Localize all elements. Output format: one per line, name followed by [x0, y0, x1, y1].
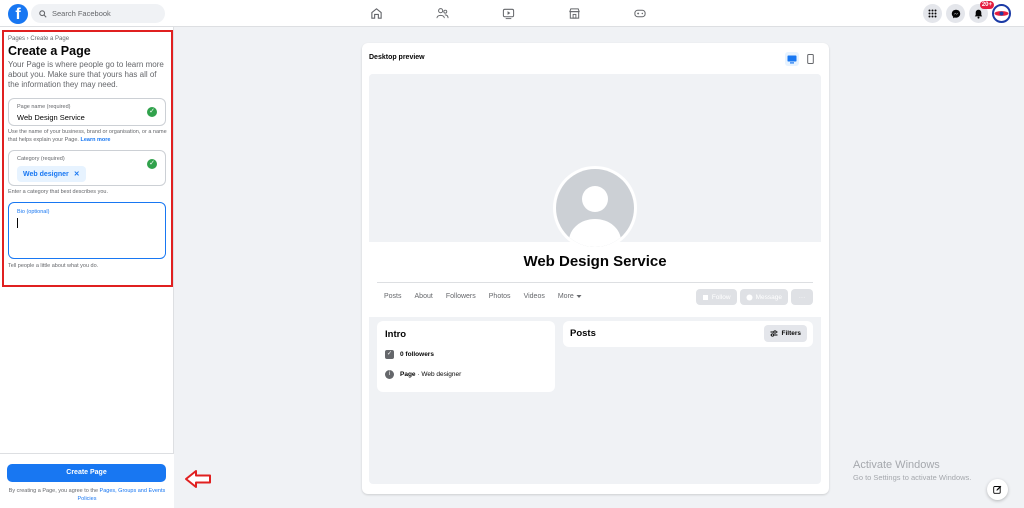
posts-card: Posts Filters	[563, 321, 813, 347]
chevron-down-icon	[576, 295, 582, 298]
breadcrumb: Pages › Create a Page	[8, 36, 70, 42]
page-category: · Web designer	[415, 371, 462, 378]
checkmark-icon: ✓	[147, 159, 157, 169]
bio-field[interactable]: Bio (optional)	[8, 202, 166, 259]
tab-followers[interactable]: Followers	[446, 293, 476, 300]
page-type-label: Page	[400, 371, 416, 378]
bio-label: Bio (optional)	[17, 209, 50, 215]
page-name-value: Web Design Service	[17, 113, 85, 122]
tab-videos[interactable]: Videos	[524, 293, 545, 300]
search-icon	[39, 9, 47, 18]
tab-about[interactable]: About	[415, 293, 433, 300]
intro-text: Your Page is where people go to learn mo…	[8, 60, 164, 89]
category-helper: Enter a category that best describes you…	[8, 189, 108, 195]
category-label: Category (required)	[17, 156, 65, 162]
page-preview: Web Design Service Posts About Followers…	[369, 74, 821, 484]
filters-button[interactable]: Filters	[764, 325, 807, 342]
facebook-logo[interactable]: f	[8, 4, 28, 24]
page-name-field[interactable]: Page name (required) Web Design Service …	[8, 98, 166, 126]
notifications-icon[interactable]: 20+	[969, 1, 994, 23]
bio-helper: Tell people a little about what you do.	[8, 263, 99, 269]
divider	[377, 282, 813, 283]
avatar-placeholder-icon	[569, 186, 621, 247]
friends-icon[interactable]	[432, 6, 452, 21]
search-input[interactable]	[52, 9, 152, 18]
notification-badge: 20+	[979, 1, 994, 9]
category-chip[interactable]: Web designer ✕	[17, 166, 86, 182]
tab-more-label: More	[557, 293, 574, 300]
desktop-icon[interactable]	[785, 52, 799, 66]
messenger-icon	[746, 294, 753, 300]
message-button[interactable]: Message	[739, 289, 788, 305]
compose-icon	[993, 485, 1002, 494]
filters-label: Filters	[781, 330, 801, 337]
windows-watermark: Activate Windows Go to Settings to activ…	[853, 459, 971, 482]
new-message-button[interactable]	[987, 479, 1008, 500]
messenger-icon[interactable]	[946, 4, 965, 23]
create-page-button[interactable]: Create Page	[7, 464, 166, 482]
intro-card: Intro ✓ 0 followers i Page · Web designe…	[377, 321, 555, 392]
tab-more[interactable]: More	[558, 293, 582, 300]
followers-count: 0 followers	[400, 351, 434, 358]
tab-posts[interactable]: Posts	[384, 293, 402, 300]
page-name-label: Page name (required)	[17, 104, 71, 110]
learn-more-link[interactable]: Learn more	[80, 137, 110, 143]
preview-title: Desktop preview	[369, 54, 425, 61]
gaming-icon[interactable]	[630, 6, 650, 21]
followers-row: ✓ 0 followers	[385, 350, 434, 359]
category-chip-label: Web designer	[23, 170, 69, 178]
watermark-line-2: Go to Settings to activate Windows.	[853, 473, 972, 482]
follow-label: Follow	[711, 293, 731, 301]
message-label: Message	[755, 293, 782, 301]
follow-icon	[702, 294, 708, 300]
mobile-icon[interactable]	[803, 52, 817, 66]
desktop-preview-card: Desktop preview Web Design Service Posts…	[362, 43, 829, 494]
intro-heading: Intro	[385, 329, 407, 340]
terms-text: By creating a Page, you agree to the Pag…	[5, 487, 169, 503]
posts-heading: Posts	[570, 328, 596, 339]
follow-button[interactable]: Follow	[695, 289, 737, 305]
checkmark-icon: ✓	[147, 107, 157, 117]
page-type-row: i Page · Web designer	[385, 370, 461, 379]
text-cursor	[17, 218, 18, 228]
account-avatar[interactable]	[992, 4, 1011, 23]
preview-page-name: Web Design Service	[523, 253, 667, 270]
page-title: Create a Page	[8, 44, 91, 58]
followers-icon: ✓	[385, 350, 394, 359]
watermark-line-1: Activate Windows	[853, 459, 940, 471]
page-tabs: Posts About Followers Photos Videos More	[384, 293, 582, 300]
profile-picture	[553, 166, 637, 250]
menu-grid-icon[interactable]	[923, 4, 942, 23]
category-field[interactable]: Category (required) ✓ Web designer ✕	[8, 150, 166, 186]
video-icon[interactable]	[498, 6, 518, 21]
more-options-button[interactable]: ···	[791, 289, 813, 305]
tab-photos[interactable]: Photos	[489, 293, 511, 300]
search-box[interactable]	[31, 4, 165, 23]
red-arrow-icon	[185, 470, 211, 488]
info-icon: i	[385, 370, 394, 379]
marketplace-icon[interactable]	[564, 6, 584, 21]
filters-icon	[770, 330, 778, 337]
sidebar-footer: Create Page By creating a Page, you agre…	[0, 453, 174, 508]
terms-prefix: By creating a Page, you agree to the	[8, 488, 98, 494]
home-icon[interactable]	[366, 6, 386, 21]
top-navigation-bar: f 20+	[0, 0, 1024, 27]
page-name-helper: Use the name of your business, brand or …	[8, 128, 168, 144]
remove-category-icon[interactable]: ✕	[74, 170, 80, 178]
